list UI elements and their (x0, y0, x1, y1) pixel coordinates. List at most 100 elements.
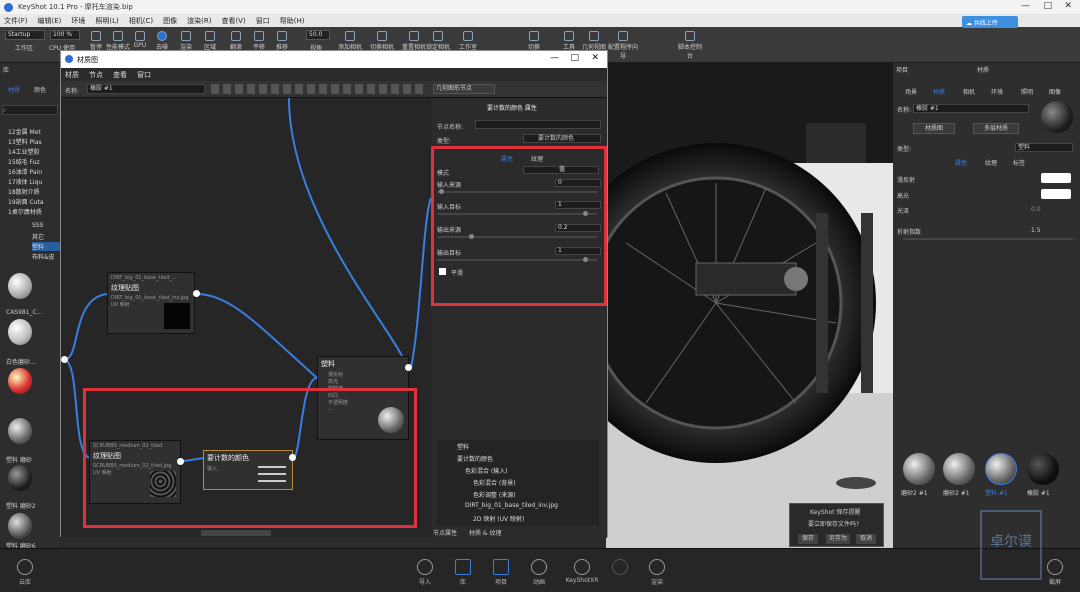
library-tab-materials[interactable]: 材质 (8, 85, 20, 94)
library-folder[interactable]: 13塑料 Plas (8, 137, 42, 146)
cloud-library-button[interactable]: 云库 (10, 559, 40, 586)
library-tab-colors[interactable]: 颜色 (34, 85, 46, 94)
menu-window[interactable]: 窗口 (256, 16, 270, 26)
library-folder[interactable]: 14工业塑胶 (8, 147, 40, 156)
render-button[interactable]: 渲染 (642, 559, 672, 586)
maximize-icon[interactable]: □ (1043, 1, 1052, 11)
material-thumb[interactable] (8, 273, 32, 299)
tab-camera[interactable]: 相机 (963, 87, 975, 96)
minimize-icon[interactable]: — (1021, 1, 1030, 11)
output-port[interactable] (193, 290, 200, 297)
specular-color-swatch[interactable] (1041, 189, 1071, 199)
material-type-select[interactable]: 塑料 (1015, 143, 1073, 152)
prop-ior-value[interactable]: 1.5 (1031, 227, 1041, 234)
menu-camera[interactable]: 相机(C) (129, 16, 153, 26)
menu-view[interactable]: 查看(V) (221, 16, 245, 26)
graph-menu-window[interactable]: 窗口 (137, 70, 151, 80)
keyshotxr-button[interactable]: KeyShotXR (562, 559, 602, 584)
tree-item[interactable]: 色彩混合 (输入) (465, 466, 508, 475)
material-thumb[interactable] (8, 319, 32, 345)
library-button[interactable]: 库 (448, 559, 478, 586)
close-icon[interactable]: ✕ (591, 53, 599, 63)
subtab-properties[interactable]: 属性 (955, 158, 967, 167)
material-thumb[interactable] (8, 418, 32, 444)
project-button[interactable]: 项目 (486, 559, 516, 586)
material-thumb[interactable] (8, 513, 32, 539)
library-folder[interactable]: 1桌尔廣材质 (8, 207, 42, 216)
node-name-field[interactable] (475, 120, 601, 129)
tab-material[interactable]: 材质 (933, 87, 945, 96)
canvas-scrollbar[interactable] (201, 530, 271, 536)
ior-slider[interactable] (903, 238, 1073, 240)
project-material-thumb[interactable] (1027, 453, 1059, 485)
project-material-thumb[interactable] (943, 453, 975, 485)
menu-environment[interactable]: 环境 (71, 16, 85, 26)
project-material-thumb[interactable] (903, 453, 935, 485)
graph-menu-material[interactable]: 材质 (65, 70, 79, 80)
menu-file[interactable]: 文件(F) (4, 16, 28, 26)
graph-menu-view[interactable]: 查看 (113, 70, 127, 80)
library-search-input[interactable]: ⌕ (2, 105, 58, 115)
geometry-node-button[interactable]: 几何图形节点 (433, 84, 495, 94)
menu-lighting[interactable]: 照明(L) (95, 16, 118, 26)
material-thumb[interactable] (8, 368, 32, 394)
menu-image[interactable]: 图像 (163, 16, 177, 26)
tree-item[interactable]: 塑料 (457, 442, 469, 451)
close-icon[interactable]: ✕ (1064, 1, 1072, 11)
tree-item[interactable]: DIRT_big_01_base_tiled_inv.jpg (465, 502, 558, 509)
prop-gloss-value[interactable]: 0.0 (1031, 206, 1041, 213)
node-type-field[interactable]: 要计数的颜色 (523, 134, 601, 143)
library-folder-selected[interactable]: 塑料 (32, 242, 60, 251)
workspace-button[interactable]: 工作区 (10, 43, 38, 59)
library-folder[interactable]: 16油漆 Pain (8, 167, 42, 176)
keyvr-button[interactable] (605, 559, 635, 577)
render-viewport[interactable] (606, 63, 893, 548)
output-port[interactable] (405, 364, 412, 371)
tab-environment[interactable]: 环境 (991, 87, 1003, 96)
screenshot-button[interactable]: 截屏 (1040, 559, 1070, 586)
configurator-wizard-button[interactable]: 配置程序向导 (606, 29, 640, 61)
material-graph-button[interactable]: 材质图 (913, 123, 955, 134)
tab-image[interactable]: 图像 (1049, 87, 1061, 96)
graph-name-field[interactable]: 橡胶 #1 (87, 84, 205, 94)
library-folder[interactable]: 19剖面 Cuta (8, 197, 44, 206)
node-canvas[interactable]: DIRT_big_01_base_tiled_... 纹理贴图 DIRT_big… (61, 98, 431, 538)
import-button[interactable]: 导入 (410, 559, 440, 586)
tree-item[interactable]: 色彩混合 (背景) (473, 478, 516, 487)
menu-help[interactable]: 帮助(H) (280, 16, 305, 26)
menu-render[interactable]: 渲染(R) (187, 16, 211, 26)
animation-button[interactable]: 动画 (524, 559, 554, 586)
library-folder[interactable]: 其它 (32, 232, 44, 241)
maximize-icon[interactable]: □ (570, 53, 579, 63)
library-folder[interactable]: SSS (32, 222, 43, 229)
tree-item[interactable]: 色彩调整 (来源) (473, 490, 516, 499)
library-folder[interactable]: 布料&皮 (32, 252, 55, 261)
texture-map-node-1[interactable]: DIRT_big_01_base_tiled_... 纹理贴图 DIRT_big… (107, 272, 195, 334)
tab-lighting[interactable]: 照明 (1021, 87, 1033, 96)
library-folder[interactable]: 15绒毛 Fuz (8, 157, 40, 166)
cancel-button[interactable]: 取消 (856, 534, 876, 544)
multi-material-button[interactable]: 多层材质 (973, 123, 1019, 134)
cloud-upload-button[interactable]: ☁ 共线上传 (962, 16, 1018, 28)
library-folder[interactable]: 17液体 Liqu (8, 177, 42, 186)
footer-tab-material-texture[interactable]: 材质 & 纹理 (469, 528, 502, 537)
library-folder[interactable]: 12金属 Met (8, 127, 41, 136)
tree-item[interactable]: 2D 映射 (UV 映射) (473, 514, 524, 523)
save-button[interactable]: 保存 (798, 534, 818, 544)
input-port[interactable] (61, 356, 68, 363)
script-console-button[interactable]: 脚本控制台 (676, 29, 704, 61)
diffuse-color-swatch[interactable] (1041, 173, 1071, 183)
tab-scene[interactable]: 场景 (905, 87, 917, 96)
subtab-texture[interactable]: 纹理 (985, 158, 997, 167)
tree-item[interactable]: 要计数的颜色 (457, 454, 493, 463)
material-name-field[interactable]: 橡胶 #1 (913, 104, 1029, 113)
workspace-select[interactable]: Startup (5, 30, 45, 40)
library-folder[interactable]: 18散射介质 (8, 187, 40, 196)
footer-tab-node-props[interactable]: 节点属性 (433, 528, 457, 537)
graph-tool-icons[interactable] (211, 84, 426, 94)
minimize-icon[interactable]: — (550, 53, 559, 63)
graph-menu-node[interactable]: 节点 (89, 70, 103, 80)
material-thumb[interactable] (8, 465, 32, 491)
subtab-label[interactable]: 标签 (1013, 158, 1025, 167)
project-material-thumb-selected[interactable] (985, 453, 1017, 485)
